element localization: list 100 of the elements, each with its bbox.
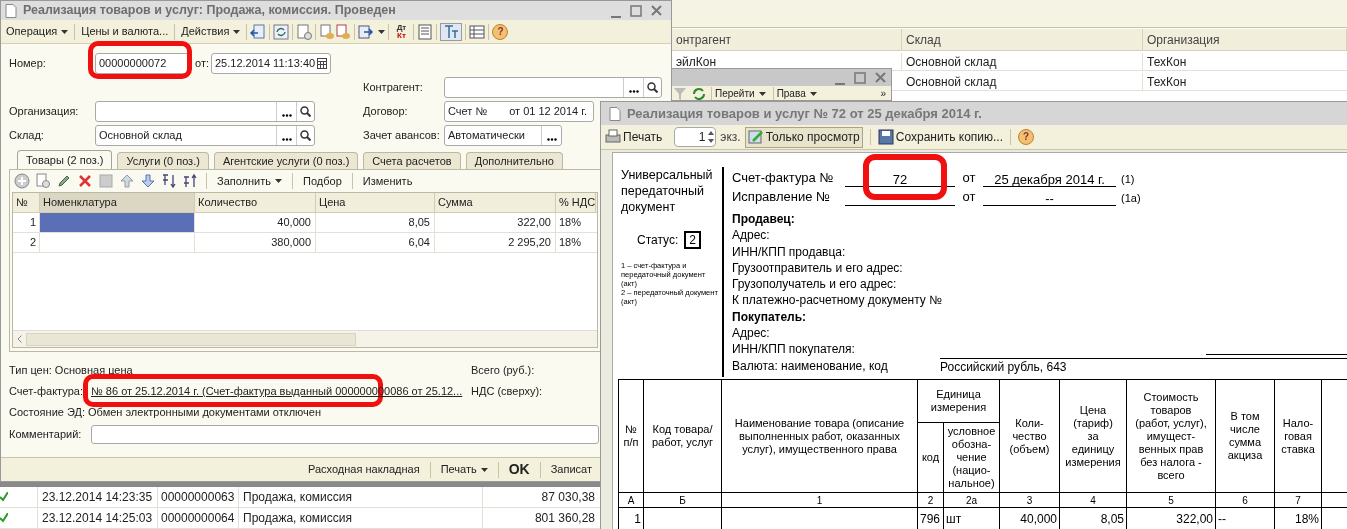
table-cell: ТехКон (1147, 55, 1187, 69)
menu-button[interactable]: Цены и валюта... (78, 23, 172, 40)
menu-button[interactable]: Действия (178, 23, 244, 40)
table-cell-text: 23.12.2014 14:23:35 (42, 489, 153, 506)
document-type: Универсальный передаточный документ (621, 167, 714, 215)
table-cell: Основной склад (906, 55, 997, 69)
menu-button[interactable]: Перейти (711, 87, 769, 100)
column-header: код (921, 451, 940, 464)
footer-button[interactable]: Расходная накладная (304, 461, 423, 478)
help-button[interactable]: ? (492, 23, 509, 40)
search-icon (300, 105, 311, 117)
toolbar-button[interactable]: Подбор (301, 172, 344, 190)
column-header[interactable]: Номенклатура (40, 193, 195, 212)
ledger-button[interactable]: Дт Кт (392, 23, 411, 40)
selected-cell[interactable] (40, 213, 195, 232)
column-header[interactable]: % НДС (556, 193, 596, 212)
comment-field[interactable] (91, 424, 599, 444)
pencil-icon[interactable] (56, 173, 72, 189)
maximize-button[interactable] (853, 70, 867, 85)
field-label: Грузополучатель и его адрес: (732, 276, 897, 293)
date-field[interactable]: 25.12.2014 11:13:40 (211, 52, 331, 74)
column-number: Б (679, 493, 686, 508)
close-button[interactable] (873, 70, 887, 85)
view-only-button[interactable]: Только просмотр (744, 126, 863, 148)
table-cell: ТехКон (1147, 75, 1187, 89)
table-cell-text: Продажа, комиссия (243, 510, 352, 527)
copies-field[interactable]: 1 (674, 127, 717, 147)
delete-icon[interactable] (77, 173, 93, 189)
column-header[interactable]: Организация (1143, 29, 1347, 50)
document-add-icon[interactable] (296, 23, 313, 40)
tab[interactable]: Товары (2 поз.) (17, 150, 113, 169)
column-number: 7 (1295, 493, 1301, 508)
table-cell-text: 6,04 (408, 235, 430, 251)
printer-icon[interactable] (605, 129, 621, 145)
column-header[interactable]: Сумма (435, 193, 556, 212)
column-header: В том числе сумма акциза (1227, 410, 1263, 462)
column-header: № п/п (623, 423, 639, 449)
refresh-icon[interactable] (273, 23, 290, 40)
table-rows-icon[interactable] (469, 23, 486, 40)
tab[interactable]: Агентские услуги (0 поз.) (213, 152, 359, 169)
maximize-button[interactable] (629, 3, 643, 18)
caret-icon (378, 29, 386, 34)
section-heading: Покупатель: (732, 308, 807, 326)
sort-ascending-icon[interactable] (161, 173, 177, 189)
refresh-icon[interactable] (691, 85, 707, 100)
document-arrow-icon[interactable] (358, 23, 375, 40)
document-icon (5, 3, 17, 18)
select-field[interactable]: Автоматически (444, 124, 562, 146)
text-tool-icon[interactable] (443, 23, 460, 40)
ellipsis-icon (281, 113, 292, 117)
print-button[interactable]: Печать (605, 128, 663, 146)
copy-icon[interactable] (35, 173, 51, 189)
calendar-icon[interactable] (317, 57, 327, 69)
document-stack-icon[interactable] (335, 23, 352, 40)
text-field[interactable]: Основной склад (95, 124, 315, 146)
ellipsis-icon (281, 137, 292, 141)
close-icon (874, 72, 886, 83)
menu-button[interactable]: Права (772, 87, 820, 100)
line-reference: (1) (1121, 171, 1135, 187)
pencil-sheet-icon[interactable] (747, 129, 764, 145)
overflow-button[interactable]: » (877, 87, 889, 100)
tab[interactable]: Дополнительно (465, 152, 563, 169)
horizontal-scrollbar[interactable] (13, 330, 597, 347)
field-label: Грузоотправитель и его адрес: (732, 259, 903, 277)
footer-button[interactable]: Печать (437, 461, 491, 478)
down-arrow-icon[interactable] (140, 173, 156, 189)
sort-descending-icon[interactable] (182, 173, 198, 189)
document-stack-icon[interactable] (319, 23, 336, 40)
column-header: Наименование товара (описание выполненных работ, оказанных услуг), имущественного права (734, 416, 905, 456)
text-field[interactable] (95, 100, 315, 122)
tab[interactable]: Счета расчетов (363, 152, 461, 169)
toolbar-button[interactable]: Заполнить (215, 172, 284, 190)
add-icon[interactable] (14, 173, 30, 189)
column-header[interactable]: Количество (195, 193, 316, 212)
text-field[interactable]: Счет № от 01 12 2014 г. (444, 100, 594, 122)
field-label: Счет-фактура: (9, 384, 84, 399)
tab[interactable]: Услуги (0 поз.) (117, 152, 209, 169)
maximize-icon (854, 71, 866, 84)
spinner-icon (707, 130, 716, 144)
field-label: Исправление № (732, 187, 831, 206)
column-header[interactable]: Склад (902, 29, 1143, 50)
status-label: Статус: (637, 232, 679, 249)
table-cell-text: 2 (29, 235, 36, 251)
column-header[interactable]: Цена (316, 193, 435, 212)
close-button[interactable] (649, 3, 663, 18)
text-field[interactable] (444, 76, 662, 98)
toolbar-button[interactable]: Изменить (360, 172, 415, 190)
table-cell-text: 1 (634, 511, 641, 528)
help-button[interactable]: ? (1018, 129, 1034, 145)
table-cell-text: 796 (920, 511, 941, 528)
footer-button[interactable]: Записат (547, 461, 595, 478)
ok-button[interactable]: OK (505, 459, 533, 480)
save-copy-button[interactable]: Сохранить копию... (877, 128, 1003, 146)
list-document-icon[interactable] (417, 23, 434, 40)
menu-button[interactable]: Операция (3, 23, 72, 40)
field-label: Валюта: наименование, код (732, 357, 889, 375)
copies-unit: экз. (720, 129, 741, 146)
column-number: 2а (965, 493, 978, 508)
table-cell-text: 23.12.2014 14:25:03 (42, 510, 153, 527)
up-arrow-icon[interactable] (119, 173, 135, 189)
